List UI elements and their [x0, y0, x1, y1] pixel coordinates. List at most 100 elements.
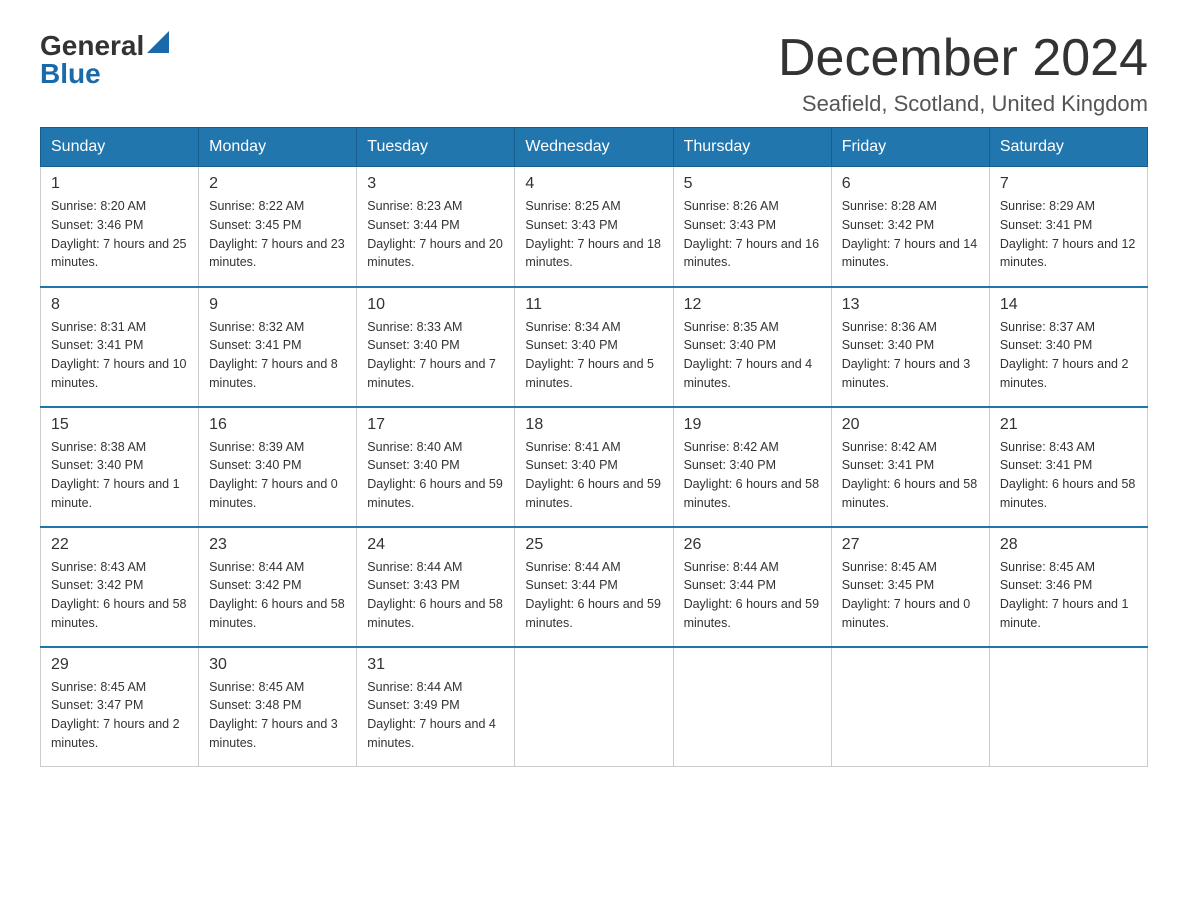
day-info: Sunrise: 8:20 AM Sunset: 3:46 PM Dayligh… — [51, 197, 188, 272]
calendar-cell — [515, 647, 673, 767]
day-info: Sunrise: 8:26 AM Sunset: 3:43 PM Dayligh… — [684, 197, 821, 272]
calendar-cell: 19 Sunrise: 8:42 AM Sunset: 3:40 PM Dayl… — [673, 407, 831, 527]
day-info: Sunrise: 8:22 AM Sunset: 3:45 PM Dayligh… — [209, 197, 346, 272]
day-info: Sunrise: 8:45 AM Sunset: 3:47 PM Dayligh… — [51, 678, 188, 753]
calendar-cell: 8 Sunrise: 8:31 AM Sunset: 3:41 PM Dayli… — [41, 287, 199, 407]
day-info: Sunrise: 8:43 AM Sunset: 3:41 PM Dayligh… — [1000, 438, 1137, 513]
day-number: 15 — [51, 416, 188, 434]
calendar-cell: 7 Sunrise: 8:29 AM Sunset: 3:41 PM Dayli… — [989, 167, 1147, 287]
day-number: 23 — [209, 536, 346, 554]
day-info: Sunrise: 8:28 AM Sunset: 3:42 PM Dayligh… — [842, 197, 979, 272]
day-info: Sunrise: 8:41 AM Sunset: 3:40 PM Dayligh… — [525, 438, 662, 513]
day-number: 8 — [51, 296, 188, 314]
day-info: Sunrise: 8:29 AM Sunset: 3:41 PM Dayligh… — [1000, 197, 1137, 272]
weekday-header-thursday: Thursday — [673, 128, 831, 167]
day-number: 30 — [209, 656, 346, 674]
page-header: General Blue December 2024 Seafield, Sco… — [40, 30, 1148, 117]
calendar-week-row: 15 Sunrise: 8:38 AM Sunset: 3:40 PM Dayl… — [41, 407, 1148, 527]
day-number: 18 — [525, 416, 662, 434]
day-info: Sunrise: 8:23 AM Sunset: 3:44 PM Dayligh… — [367, 197, 504, 272]
day-number: 7 — [1000, 175, 1137, 193]
day-number: 16 — [209, 416, 346, 434]
calendar-cell — [673, 647, 831, 767]
day-number: 21 — [1000, 416, 1137, 434]
day-info: Sunrise: 8:42 AM Sunset: 3:41 PM Dayligh… — [842, 438, 979, 513]
day-info: Sunrise: 8:34 AM Sunset: 3:40 PM Dayligh… — [525, 318, 662, 393]
day-number: 12 — [684, 296, 821, 314]
day-number: 17 — [367, 416, 504, 434]
logo: General Blue — [40, 30, 169, 90]
day-number: 31 — [367, 656, 504, 674]
day-number: 1 — [51, 175, 188, 193]
calendar-cell: 31 Sunrise: 8:44 AM Sunset: 3:49 PM Dayl… — [357, 647, 515, 767]
day-number: 20 — [842, 416, 979, 434]
calendar-cell: 14 Sunrise: 8:37 AM Sunset: 3:40 PM Dayl… — [989, 287, 1147, 407]
day-number: 4 — [525, 175, 662, 193]
day-number: 5 — [684, 175, 821, 193]
day-number: 19 — [684, 416, 821, 434]
day-info: Sunrise: 8:36 AM Sunset: 3:40 PM Dayligh… — [842, 318, 979, 393]
month-title: December 2024 — [778, 30, 1148, 87]
day-number: 10 — [367, 296, 504, 314]
calendar-cell: 4 Sunrise: 8:25 AM Sunset: 3:43 PM Dayli… — [515, 167, 673, 287]
day-number: 22 — [51, 536, 188, 554]
day-number: 9 — [209, 296, 346, 314]
day-info: Sunrise: 8:31 AM Sunset: 3:41 PM Dayligh… — [51, 318, 188, 393]
weekday-header-row: SundayMondayTuesdayWednesdayThursdayFrid… — [41, 128, 1148, 167]
calendar-week-row: 8 Sunrise: 8:31 AM Sunset: 3:41 PM Dayli… — [41, 287, 1148, 407]
calendar-cell: 6 Sunrise: 8:28 AM Sunset: 3:42 PM Dayli… — [831, 167, 989, 287]
calendar-cell — [831, 647, 989, 767]
day-number: 25 — [525, 536, 662, 554]
day-number: 26 — [684, 536, 821, 554]
title-block: December 2024 Seafield, Scotland, United… — [778, 30, 1148, 117]
weekday-header-sunday: Sunday — [41, 128, 199, 167]
calendar-cell: 20 Sunrise: 8:42 AM Sunset: 3:41 PM Dayl… — [831, 407, 989, 527]
calendar-cell: 25 Sunrise: 8:44 AM Sunset: 3:44 PM Dayl… — [515, 527, 673, 647]
calendar-cell: 12 Sunrise: 8:35 AM Sunset: 3:40 PM Dayl… — [673, 287, 831, 407]
calendar-cell: 13 Sunrise: 8:36 AM Sunset: 3:40 PM Dayl… — [831, 287, 989, 407]
day-info: Sunrise: 8:45 AM Sunset: 3:48 PM Dayligh… — [209, 678, 346, 753]
weekday-header-friday: Friday — [831, 128, 989, 167]
calendar-cell: 24 Sunrise: 8:44 AM Sunset: 3:43 PM Dayl… — [357, 527, 515, 647]
calendar-cell: 22 Sunrise: 8:43 AM Sunset: 3:42 PM Dayl… — [41, 527, 199, 647]
calendar-cell — [989, 647, 1147, 767]
day-number: 13 — [842, 296, 979, 314]
calendar-cell: 15 Sunrise: 8:38 AM Sunset: 3:40 PM Dayl… — [41, 407, 199, 527]
calendar-cell: 10 Sunrise: 8:33 AM Sunset: 3:40 PM Dayl… — [357, 287, 515, 407]
day-info: Sunrise: 8:33 AM Sunset: 3:40 PM Dayligh… — [367, 318, 504, 393]
day-info: Sunrise: 8:44 AM Sunset: 3:43 PM Dayligh… — [367, 558, 504, 633]
day-info: Sunrise: 8:45 AM Sunset: 3:45 PM Dayligh… — [842, 558, 979, 633]
day-number: 11 — [525, 296, 662, 314]
weekday-header-tuesday: Tuesday — [357, 128, 515, 167]
day-number: 14 — [1000, 296, 1137, 314]
calendar-cell: 27 Sunrise: 8:45 AM Sunset: 3:45 PM Dayl… — [831, 527, 989, 647]
day-info: Sunrise: 8:40 AM Sunset: 3:40 PM Dayligh… — [367, 438, 504, 513]
calendar-cell: 21 Sunrise: 8:43 AM Sunset: 3:41 PM Dayl… — [989, 407, 1147, 527]
calendar-cell: 2 Sunrise: 8:22 AM Sunset: 3:45 PM Dayli… — [199, 167, 357, 287]
day-info: Sunrise: 8:44 AM Sunset: 3:44 PM Dayligh… — [525, 558, 662, 633]
day-info: Sunrise: 8:25 AM Sunset: 3:43 PM Dayligh… — [525, 197, 662, 272]
logo-triangle-icon — [147, 31, 169, 53]
day-number: 28 — [1000, 536, 1137, 554]
location-title: Seafield, Scotland, United Kingdom — [778, 91, 1148, 117]
calendar-cell: 11 Sunrise: 8:34 AM Sunset: 3:40 PM Dayl… — [515, 287, 673, 407]
calendar-cell: 3 Sunrise: 8:23 AM Sunset: 3:44 PM Dayli… — [357, 167, 515, 287]
logo-blue-text: Blue — [40, 58, 101, 90]
calendar-cell: 26 Sunrise: 8:44 AM Sunset: 3:44 PM Dayl… — [673, 527, 831, 647]
calendar-week-row: 1 Sunrise: 8:20 AM Sunset: 3:46 PM Dayli… — [41, 167, 1148, 287]
calendar-cell: 5 Sunrise: 8:26 AM Sunset: 3:43 PM Dayli… — [673, 167, 831, 287]
day-number: 24 — [367, 536, 504, 554]
day-info: Sunrise: 8:38 AM Sunset: 3:40 PM Dayligh… — [51, 438, 188, 513]
calendar-week-row: 22 Sunrise: 8:43 AM Sunset: 3:42 PM Dayl… — [41, 527, 1148, 647]
calendar-week-row: 29 Sunrise: 8:45 AM Sunset: 3:47 PM Dayl… — [41, 647, 1148, 767]
day-info: Sunrise: 8:39 AM Sunset: 3:40 PM Dayligh… — [209, 438, 346, 513]
calendar-cell: 30 Sunrise: 8:45 AM Sunset: 3:48 PM Dayl… — [199, 647, 357, 767]
day-number: 27 — [842, 536, 979, 554]
calendar-cell: 16 Sunrise: 8:39 AM Sunset: 3:40 PM Dayl… — [199, 407, 357, 527]
calendar-cell: 29 Sunrise: 8:45 AM Sunset: 3:47 PM Dayl… — [41, 647, 199, 767]
day-info: Sunrise: 8:42 AM Sunset: 3:40 PM Dayligh… — [684, 438, 821, 513]
calendar-table: SundayMondayTuesdayWednesdayThursdayFrid… — [40, 127, 1148, 767]
day-info: Sunrise: 8:44 AM Sunset: 3:42 PM Dayligh… — [209, 558, 346, 633]
calendar-cell: 28 Sunrise: 8:45 AM Sunset: 3:46 PM Dayl… — [989, 527, 1147, 647]
day-number: 6 — [842, 175, 979, 193]
